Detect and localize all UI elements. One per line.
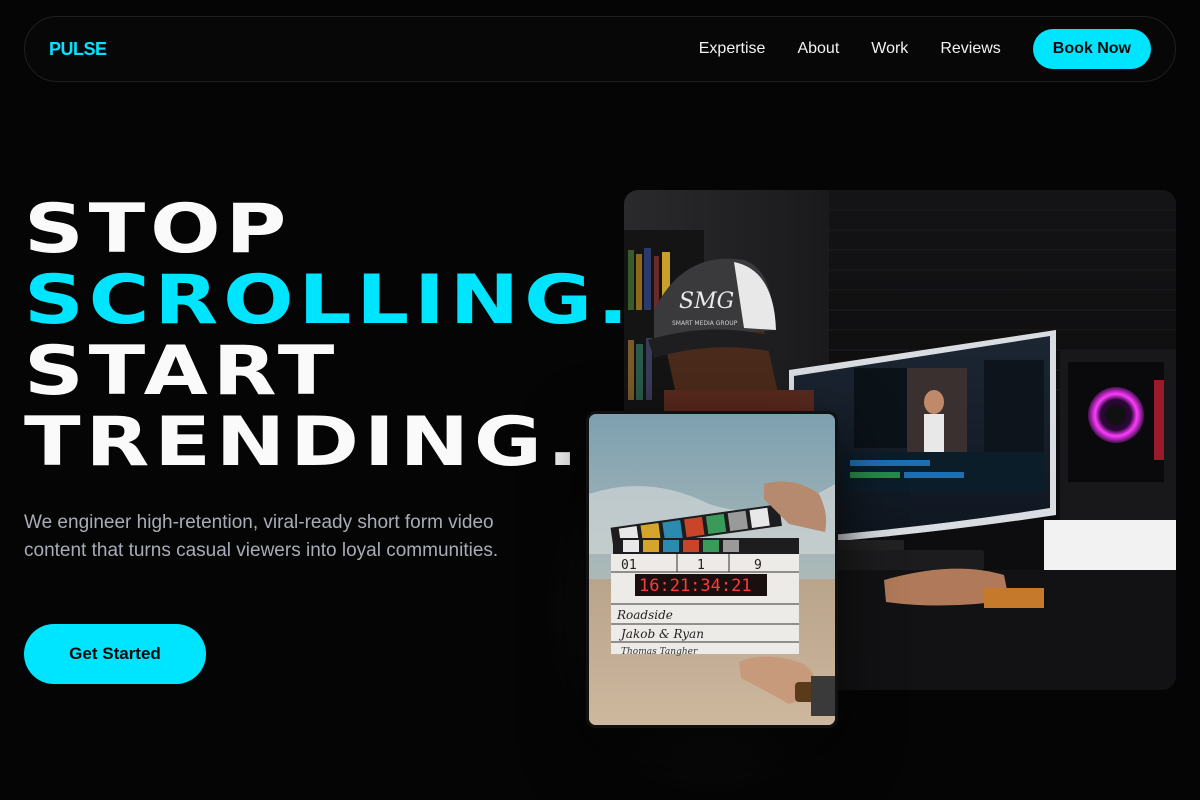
- get-started-button[interactable]: Get Started: [24, 624, 206, 684]
- clapperboard-photo: 01 1 9 16:21:34:21 Roadside Jakob & Ryan…: [586, 411, 838, 728]
- clapper-line-3: Thomas Tangher: [621, 647, 698, 657]
- navbar: PULSE Expertise About Work Reviews Book …: [24, 16, 1176, 82]
- clapper-roll: 9: [754, 558, 762, 573]
- hero-subtext: We engineer high-retention, viral-ready …: [24, 512, 499, 561]
- landing-page: PULSE Expertise About Work Reviews Book …: [0, 0, 1200, 800]
- clapper-scene: 01: [621, 558, 637, 573]
- cap-logo-text: SMG: [679, 289, 734, 314]
- clapper-line-2: Jakob & Ryan: [618, 627, 704, 641]
- nav-links: Expertise About Work Reviews Book Now: [699, 29, 1151, 69]
- clapper-timecode: 16:21:34:21: [639, 576, 752, 596]
- clapper-take: 1: [697, 558, 705, 573]
- headline-line-1: STOP: [24, 190, 292, 269]
- brand-logo[interactable]: PULSE: [49, 39, 107, 60]
- book-now-button[interactable]: Book Now: [1032, 29, 1151, 69]
- headline-line-2: SCROLLING.: [24, 261, 634, 340]
- nav-link-expertise[interactable]: Expertise: [699, 40, 766, 58]
- nav-link-work[interactable]: Work: [871, 40, 908, 58]
- nav-link-about[interactable]: About: [797, 40, 839, 58]
- hero-headline: STOP SCROLLING. START TRENDING.: [24, 194, 633, 478]
- clapper-line-1: Roadside: [616, 608, 673, 622]
- headline-line-3: START: [24, 332, 340, 411]
- nav-link-reviews[interactable]: Reviews: [940, 40, 1000, 58]
- cap-subtext: SMART MEDIA GROUP: [672, 320, 738, 327]
